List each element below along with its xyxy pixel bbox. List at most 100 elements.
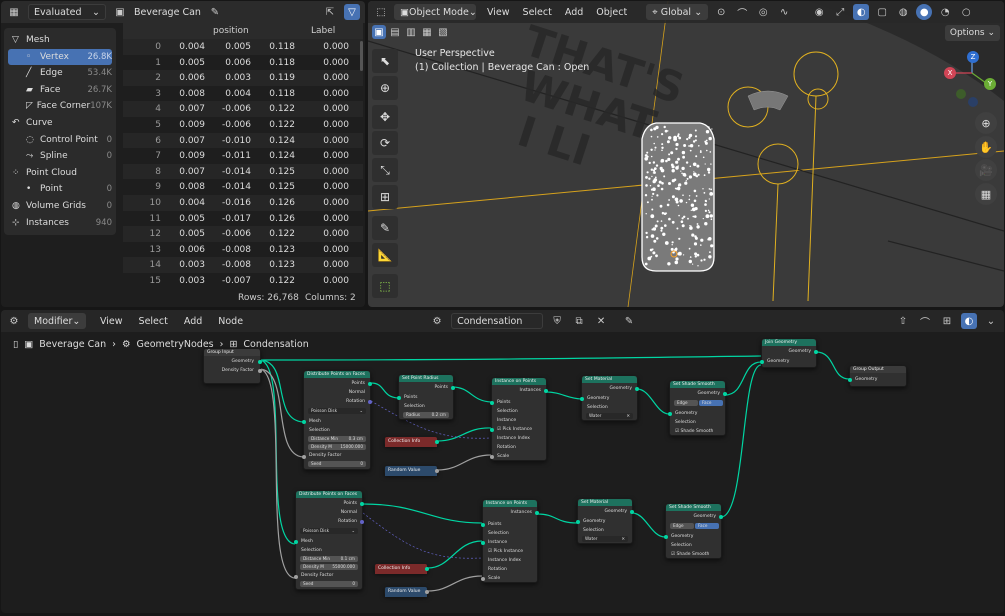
pick-instance-checkbox[interactable]: ☑ Pick Instance	[497, 427, 532, 432]
axis-y-icon[interactable]: Y	[984, 78, 996, 90]
collection-info-node[interactable]: Collection Info	[374, 563, 429, 574]
axis-neg-z-icon[interactable]	[968, 97, 978, 107]
distribute-points-node[interactable]: Distribute Points on Faces Points Normal…	[302, 370, 372, 470]
material-field[interactable]: Water ✕	[586, 413, 633, 419]
set-material-node[interactable]: Set Material Geometry Geometry Selection…	[576, 498, 634, 544]
object-mode-dropdown[interactable]: ▣ Object Mode ⌄	[394, 4, 477, 20]
tree-item[interactable]: • Point 0	[8, 181, 112, 197]
tree-item[interactable]: ◌ Control Point 0	[8, 132, 112, 148]
set-point-radius-node[interactable]: Set Point Radius Points Points Selection…	[397, 374, 455, 420]
pan-icon[interactable]: ✋	[975, 136, 997, 158]
output-socket[interactable]	[630, 510, 634, 514]
input-socket[interactable]	[490, 401, 494, 405]
menu-object[interactable]: Object	[596, 7, 627, 18]
shading-material-icon[interactable]: ◔	[937, 4, 953, 20]
input-socket[interactable]	[668, 412, 672, 416]
distance-min-field[interactable]: Distance Min 0.1 cm	[300, 556, 358, 562]
overlay-icon[interactable]: ◐	[853, 4, 870, 20]
evaluation-mode-dropdown[interactable]: Evaluated ⌄	[28, 4, 106, 20]
output-socket[interactable]	[360, 520, 364, 524]
select-subtract-icon[interactable]: ▥	[404, 25, 418, 39]
distribute-method-dropdown[interactable]: Poisson Disk ⌄	[308, 408, 366, 414]
tree-item[interactable]: ⊹ Instances 940	[8, 215, 112, 231]
input-socket[interactable]	[576, 520, 580, 524]
output-socket[interactable]	[368, 382, 372, 386]
output-socket[interactable]	[425, 590, 429, 594]
tool-annotate-icon[interactable]: ✎	[372, 216, 398, 240]
domain-edge-button[interactable]: Edge	[670, 523, 694, 529]
tree-item[interactable]: ◍ Volume Grids 0	[8, 198, 112, 214]
output-socket[interactable]	[451, 386, 455, 390]
domain-edge-button[interactable]: Edge	[674, 400, 698, 406]
input-socket[interactable]	[848, 378, 852, 382]
proportional-edit-icon[interactable]: ◎	[755, 4, 771, 20]
tree-item[interactable]: ▽ Mesh	[8, 32, 112, 48]
tree-item[interactable]: ╱ Edge 53.4K	[8, 65, 112, 81]
random-value-node[interactable]: Random Value	[384, 465, 439, 476]
axis-z-icon[interactable]: Z	[967, 51, 979, 63]
output-socket[interactable]	[814, 350, 818, 354]
set-material-node[interactable]: Set Material Geometry Geometry Selection…	[580, 375, 639, 421]
density-max-field[interactable]: Density M 55000.000	[300, 564, 358, 570]
output-socket[interactable]	[360, 502, 364, 506]
tool-measure-icon[interactable]: 📐	[372, 243, 398, 267]
falloff-icon[interactable]: ∿	[776, 4, 792, 20]
input-socket[interactable]	[490, 428, 494, 432]
domain-face-button[interactable]: Face	[699, 400, 723, 406]
output-socket[interactable]	[258, 369, 262, 373]
seed-field[interactable]: Seed 0	[300, 581, 358, 587]
tree-item[interactable]: ◦ Vertex 26.8K	[8, 48, 112, 65]
scrollbar[interactable]	[360, 41, 363, 71]
output-socket[interactable]	[535, 511, 539, 515]
selected-only-icon[interactable]: ⇱	[322, 4, 338, 20]
editor-type-icon[interactable]: ▦	[6, 4, 22, 20]
input-socket[interactable]	[481, 577, 485, 581]
input-socket[interactable]	[664, 535, 668, 539]
shade-smooth-checkbox[interactable]: ☑ Shade Smooth	[675, 429, 713, 434]
tool-add-cube-icon[interactable]: ⬚	[372, 274, 398, 298]
input-socket[interactable]	[294, 540, 298, 544]
input-socket[interactable]	[302, 420, 306, 424]
distribute-method-dropdown[interactable]: Poisson Disk ⌄	[300, 528, 358, 534]
output-socket[interactable]	[425, 567, 429, 571]
xray-icon[interactable]: ▢	[874, 4, 890, 20]
input-socket[interactable]	[481, 541, 485, 545]
transform-orientation-dropdown[interactable]: ⌖ Global ⌄	[646, 4, 709, 20]
output-socket[interactable]	[635, 387, 639, 391]
group-output-node[interactable]: Group Output Geometry	[848, 365, 907, 387]
filter-icon[interactable]: ▽	[344, 4, 360, 20]
material-field[interactable]: Water ✕	[582, 536, 628, 542]
select-intersect-icon[interactable]: ▧	[436, 25, 450, 39]
set-shade-smooth-node[interactable]: Set Shade Smooth Geometry Edge Face Geom…	[664, 503, 723, 559]
options-button[interactable]: Options ⌄	[944, 25, 1000, 41]
tool-rotate-icon[interactable]: ⟳	[372, 131, 398, 155]
shading-solid-icon[interactable]: ●	[916, 4, 933, 20]
menu-view[interactable]: View	[487, 7, 510, 18]
tree-item[interactable]: ⁘ Point Cloud	[8, 165, 112, 181]
set-shade-smooth-node[interactable]: Set Shade Smooth Geometry Edge Face Geom…	[668, 380, 727, 436]
input-socket[interactable]	[302, 455, 306, 459]
density-max-field[interactable]: Density M 15000.000	[308, 444, 366, 450]
output-socket[interactable]	[719, 515, 723, 519]
tree-item[interactable]: ↶ Curve	[8, 115, 112, 131]
input-socket[interactable]	[580, 397, 584, 401]
zoom-icon[interactable]: ⊕	[975, 112, 997, 134]
seed-field[interactable]: Seed 0	[308, 461, 366, 467]
group-input-node[interactable]: Group Input Geometry Density Factor	[203, 348, 262, 384]
camera-icon[interactable]: 🎥	[975, 159, 997, 181]
axis-gizmo[interactable]: Z X Y	[936, 51, 1000, 111]
input-socket[interactable]	[397, 396, 401, 400]
input-socket[interactable]	[490, 455, 494, 459]
tree-item[interactable]: ▰ Face 26.7K	[8, 82, 112, 98]
perspective-toggle-icon[interactable]: ▦	[975, 183, 997, 205]
input-socket[interactable]	[294, 575, 298, 579]
output-socket[interactable]	[258, 360, 262, 364]
tree-item[interactable]: ◸ Face Corner 107K	[8, 98, 112, 114]
output-socket[interactable]	[544, 389, 548, 393]
collection-info-node[interactable]: Collection Info	[384, 436, 439, 447]
node-editor[interactable]: ⚙ Modifier ⌄ View Select Add Node ⚙ Conde…	[1, 310, 1004, 613]
output-socket[interactable]	[435, 469, 439, 473]
menu-select[interactable]: Select	[523, 7, 552, 18]
random-value-node[interactable]: Random Value	[384, 586, 429, 597]
join-geometry-node[interactable]: Join Geometry Geometry Geometry	[760, 338, 818, 368]
